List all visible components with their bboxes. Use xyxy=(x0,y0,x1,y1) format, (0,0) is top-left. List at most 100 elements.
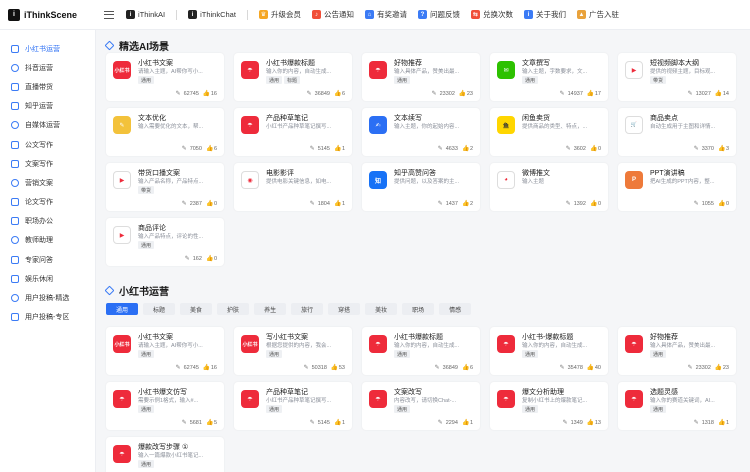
sidebar-item[interactable]: 娱乐休闲 xyxy=(0,269,95,288)
sidebar-item[interactable]: 用户投稿-专区 xyxy=(0,308,95,327)
thumbs-up-icon: 👍 xyxy=(205,420,214,426)
card-badges: 通用 xyxy=(394,405,412,413)
scene-card[interactable]: ▶ 短视频脚本大纲 提供的视频主题，目标观... 带货 ✎ 13027 👍 14 xyxy=(618,53,736,101)
tag-filter[interactable]: 情感 xyxy=(439,303,472,315)
likes-stat: 👍 53 xyxy=(331,365,345,371)
nav-item-info[interactable]: i 关于我们 xyxy=(523,9,566,20)
menu-toggle-icon[interactable] xyxy=(104,10,114,20)
sidebar-item[interactable]: 抖音运营 xyxy=(0,58,95,77)
card-badges: 通用 xyxy=(138,241,156,249)
thumbs-up-icon: 👍 xyxy=(333,146,342,152)
sidebar-item[interactable]: 职场办公 xyxy=(0,212,95,231)
likes-count: 6 xyxy=(469,365,473,371)
sidebar-item-label: 论文写作 xyxy=(25,199,53,207)
sidebar-item[interactable]: 文案写作 xyxy=(0,154,95,173)
umbrella-icon: ☂ xyxy=(241,61,259,79)
nav-item-label: 兑换次数 xyxy=(482,10,513,19)
scene-card[interactable]: 知知乎高赞问答 提供问题，以及答案的主... ✎ 1437 👍 2 xyxy=(362,163,480,211)
scene-card[interactable]: ☂ 小红书爆款标题 输入你的内容，自动生成... 通用 ✎ 36849 👍 6 xyxy=(362,327,480,375)
scene-card[interactable]: P PPT演讲稿 把AI生成的PPT内容，整... ✎ 1055 👍 0 xyxy=(618,163,736,211)
scene-card[interactable]: ◕ 微博推文 输入主题 ✎ 1392 👍 0 xyxy=(490,163,608,211)
sidebar-item[interactable]: 自媒体运营 xyxy=(0,116,95,135)
sidebar-item[interactable]: 用户投稿-精选 xyxy=(0,288,95,307)
umbrella-icon: ☂ xyxy=(241,390,259,408)
card-description: 输入具体产品，赞美出最... xyxy=(650,343,716,349)
brand-name: iThinkScene xyxy=(24,9,78,20)
sidebar-item[interactable]: 公文写作 xyxy=(0,135,95,154)
views-stat: ✎ 1804 xyxy=(310,201,330,207)
scene-card[interactable]: 🛒 商品卖点 自动生成用于主图和详情... ✎ 3370 👍 3 xyxy=(618,108,736,156)
category-icon xyxy=(11,217,19,226)
scene-card[interactable]: ☂ 好物推荐 输入具体产品，赞美出最... 通用 ✎ 23302 👍 23 xyxy=(362,53,480,101)
nav-item-exchange[interactable]: ⇆ 兑换次数 xyxy=(470,9,513,20)
nav-item-question[interactable]: ? 问题反馈 xyxy=(417,9,460,20)
scene-card[interactable]: ▶ 商品评论 输入产品特点，评论的性... 通用 ✎ 162 👍 0 xyxy=(106,218,224,266)
card-description: 输入一篇爆款小红书笔记... xyxy=(138,453,204,459)
sidebar-item[interactable]: 直播带货 xyxy=(0,77,95,96)
scene-card[interactable]: ☂ 小红书爆款标题 输入你的内容，自动生成... 通用 标题 ✎ 36849 👍 6 xyxy=(234,53,352,101)
sidebar-item[interactable]: 营销文案 xyxy=(0,173,95,192)
nav-item-gift[interactable]: ⌂ 有奖邀请 xyxy=(364,9,407,20)
scene-card[interactable]: ☂ 小红书爆文仿写 需要示例1格式，输入#... 通用 ✎ 5681 👍 5 xyxy=(106,382,224,430)
tag-filter[interactable]: 美妆 xyxy=(365,303,398,315)
scene-card[interactable]: ☂ 小红书-爆款标题 输入你的内容，自动生成... 通用 ✎ 35478 👍 40 xyxy=(490,327,608,375)
scene-card[interactable]: ☂ 产品种草笔记 小红书产品种草笔记撰写... ✎ 5145 👍 1 xyxy=(234,108,352,156)
scene-card[interactable]: 鱼闲鱼卖货 提供商品的类型、特点，... ✎ 3602 👍 0 xyxy=(490,108,608,156)
sidebar-item[interactable]: 小红书运营 xyxy=(0,39,95,58)
scene-card[interactable]: ▶ 带货口播文案 输入产品名称，产品特点... 带货 ✎ 2387 👍 0 xyxy=(106,163,224,211)
scene-card[interactable]: ☂ 爆款改写步骤 ① 输入一篇爆款小红书笔记... 通用 xyxy=(106,437,224,472)
tag-filter[interactable]: 美食 xyxy=(180,303,213,315)
umbrella-icon: ☂ xyxy=(369,390,387,408)
likes-stat: 👍 1 xyxy=(718,420,729,426)
brand[interactable]: i iThinkScene xyxy=(0,8,100,21)
likes-stat: 👍 1 xyxy=(334,201,345,207)
tag-filter[interactable]: 养生 xyxy=(254,303,287,315)
scene-card[interactable]: 小红书 写小红书文案 根据您提供的内容，我会... 通用 ✎ 50318 👍 53 xyxy=(234,327,352,375)
scene-card[interactable]: ☂ 选题灵感 输入你的赛道关键词，AI... 通用 ✎ 1318 👍 1 xyxy=(618,382,736,430)
nav-item-ithinkchat-logo[interactable]: i iThinkChat xyxy=(188,10,236,19)
sidebar-item[interactable]: 专家问答 xyxy=(0,250,95,269)
sidebar-item[interactable]: 论文写作 xyxy=(0,193,95,212)
thumbs-up-icon: 👍 xyxy=(717,420,726,426)
thumbs-up-icon: 👍 xyxy=(202,91,211,97)
category-icon xyxy=(11,140,19,149)
tag-badge: 通用 xyxy=(138,405,155,413)
sidebar-item-label: 专家问答 xyxy=(25,256,53,264)
likes-stat: 👍 16 xyxy=(203,365,217,371)
likes-stat: 👍 14 xyxy=(715,91,729,97)
thumbs-up-icon: 👍 xyxy=(717,201,726,207)
scene-card[interactable]: 小红书 小红书文案 请输入主题，AI帮你写小... 通用 ✎ 62745 👍 16 xyxy=(106,53,224,101)
scene-card[interactable]: ☂ 爆文分析助理 复制小红书上的爆款笔记... 通用 ✎ 1349 👍 13 xyxy=(490,382,608,430)
sidebar-item[interactable]: 知乎运营 xyxy=(0,97,95,116)
views-stat: ✎ 50318 xyxy=(304,365,327,371)
scene-card[interactable]: 小红书 小红书文案 请输入主题，AI帮你写小... 通用 ✎ 62745 👍 16 xyxy=(106,327,224,375)
tag-filter[interactable]: 旅行 xyxy=(291,303,324,315)
scene-card[interactable]: ☂ 文案改写 内容改写，请切换Chat-... 通用 ✎ 2294 👍 1 xyxy=(362,382,480,430)
sidebar-item-label: 小红书运营 xyxy=(25,45,60,53)
tag-filter[interactable]: 护肤 xyxy=(217,303,250,315)
tag-filter[interactable]: 职场 xyxy=(402,303,435,315)
nav-item-crown[interactable]: ♛ 升级会员 xyxy=(258,9,301,20)
scene-card[interactable]: ✎ 文本优化 输入需要优化的文本，帮... ✎ 7050 👍 6 xyxy=(106,108,224,156)
category-icon xyxy=(11,82,19,91)
scene-card[interactable]: ◉ 电影影评 提供电影关键信息，如电... ✎ 1804 👍 1 xyxy=(234,163,352,211)
exchange-icon: ⇆ xyxy=(470,10,480,19)
nav-item-ithinkai-logo[interactable]: i iThinkAI xyxy=(126,10,165,19)
scene-card[interactable]: ☂ 好物推荐 输入具体产品，赞美出最... 通用 ✎ 23302 👍 23 xyxy=(618,327,736,375)
scene-card[interactable]: ✍ 文本续写 输入主题，你的起始内容... ✎ 4633 👍 2 xyxy=(362,108,480,156)
scene-card[interactable]: ✉ 文章撰写 输入主题，字数要求，文... 通用 ✎ 14937 👍 17 xyxy=(490,53,608,101)
nav-item-megaphone[interactable]: ♪ 公告通知 xyxy=(311,9,354,20)
card-badges: 带货 xyxy=(138,186,156,194)
diamond-icon xyxy=(104,40,115,51)
nav-item-flag[interactable]: ▲ 广告入驻 xyxy=(576,9,619,20)
tag-filter[interactable]: 标题 xyxy=(143,303,176,315)
card-description: 提供的视频主题，目标观... xyxy=(650,69,716,75)
tag-badge: 通用 xyxy=(650,405,667,413)
category-icon xyxy=(11,44,19,53)
sidebar-item[interactable]: 教师助理 xyxy=(0,231,95,250)
scene-card[interactable]: ☂ 产品种草笔记 小红书产品种草笔记撰写... 通用 ✎ 5145 👍 1 xyxy=(234,382,352,430)
tag-filter[interactable]: 穿搭 xyxy=(328,303,361,315)
likes-stat: 👍 6 xyxy=(206,146,217,152)
tag-filter[interactable]: 通用 xyxy=(106,303,139,315)
edit-icon: ✎ xyxy=(306,91,312,97)
